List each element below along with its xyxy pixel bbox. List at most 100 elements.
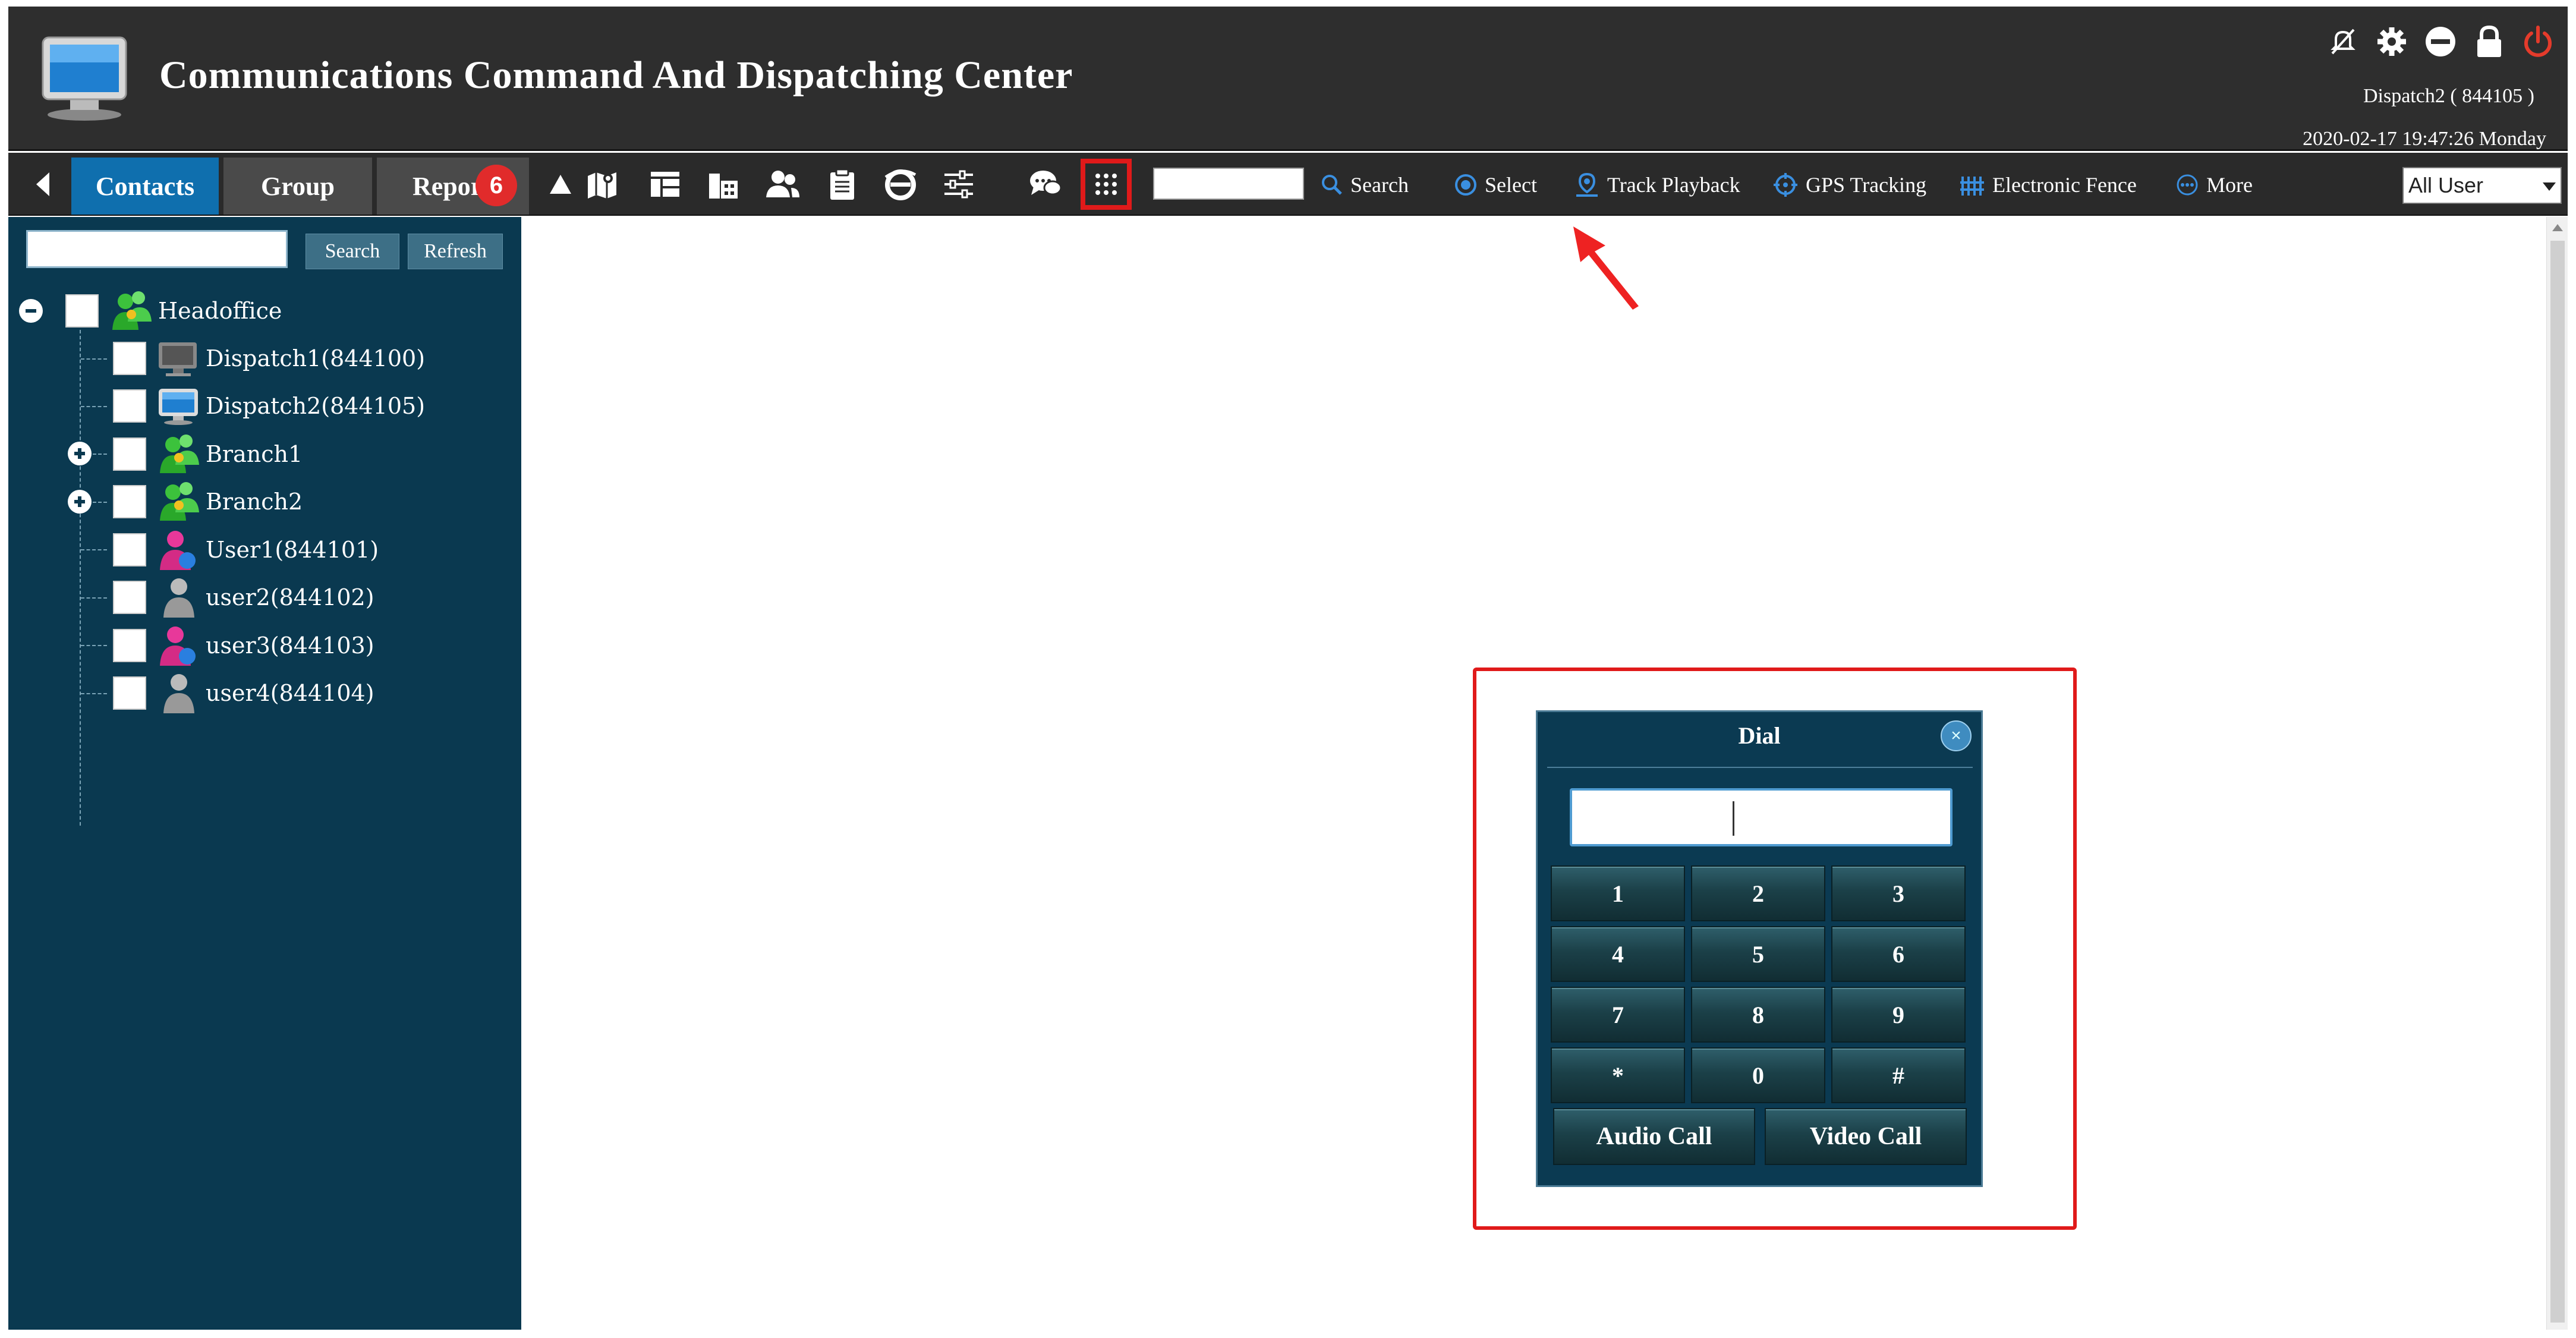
key-3[interactable]: 3 — [1831, 865, 1966, 921]
key-8[interactable]: 8 — [1691, 987, 1825, 1043]
monitor-logo-icon — [42, 36, 127, 121]
user-filter-value: All User — [2408, 173, 2484, 197]
more-icon — [2177, 174, 2198, 196]
contact-search-input[interactable] — [26, 230, 288, 268]
checkbox[interactable] — [113, 342, 146, 375]
checkbox[interactable] — [113, 629, 146, 662]
minimize-icon[interactable] — [2423, 24, 2458, 59]
tree-node-user4[interactable]: user4(844104) — [113, 669, 374, 717]
user-online-icon — [155, 526, 203, 574]
tree-node-branch2[interactable]: Branch2 — [113, 478, 303, 525]
map-icon[interactable] — [582, 165, 622, 204]
checkbox[interactable] — [65, 294, 99, 328]
app-header: Communications Command And Dispatching C… — [8, 7, 2568, 151]
vertical-scrollbar[interactable] — [2546, 217, 2568, 1330]
triangle-left-icon — [36, 172, 49, 196]
window-layout-icon[interactable] — [645, 165, 685, 204]
location-pin-icon — [1576, 172, 1598, 197]
key-1[interactable]: 1 — [1551, 865, 1685, 921]
expand-branch2-button[interactable] — [68, 490, 92, 514]
tree-node-dispatch2[interactable]: Dispatch2(844105) — [113, 382, 425, 430]
search-link[interactable]: Search — [1321, 169, 1409, 200]
collapse-sidebar-button[interactable] — [19, 153, 67, 216]
tree-node-user3[interactable]: user3(844103) — [113, 622, 374, 669]
select-link[interactable]: Select — [1454, 169, 1537, 200]
window-controls — [2325, 20, 2556, 64]
browser-icon[interactable] — [881, 165, 920, 204]
video-call-button[interactable]: Video Call — [1765, 1108, 1967, 1165]
clipboard-icon[interactable] — [823, 165, 862, 204]
key-hash[interactable]: # — [1831, 1047, 1966, 1103]
triangle-up-icon[interactable] — [541, 165, 580, 204]
user-online-icon — [155, 622, 203, 669]
key-2[interactable]: 2 — [1691, 865, 1825, 921]
datetime: 2020-02-17 19:47:26 Monday — [2303, 128, 2546, 150]
tab-group[interactable]: Group — [223, 158, 372, 215]
group-icon — [155, 430, 203, 478]
key-6[interactable]: 6 — [1831, 926, 1966, 982]
dial-dialog: Dial × 1 2 3 4 5 6 7 8 9 * 0 # Audio Cal… — [1536, 710, 1983, 1187]
current-user: Dispatch2 ( 844105 ) — [2363, 85, 2534, 107]
checkbox[interactable] — [113, 581, 146, 614]
fence-icon — [1960, 177, 1984, 196]
tree-node-label: User1(844101) — [206, 537, 379, 563]
track-playback-link[interactable]: Track Playback — [1574, 169, 1740, 200]
lock-icon[interactable] — [2471, 24, 2507, 59]
more-link[interactable]: More — [2175, 169, 2253, 200]
tree-line — [81, 645, 107, 646]
chat-icon[interactable] — [1026, 165, 1065, 204]
close-icon[interactable]: × — [1941, 720, 1972, 751]
tree-node-headoffice[interactable]: Headoffice — [65, 287, 282, 335]
checkbox[interactable] — [113, 389, 146, 423]
user-offline-icon — [155, 574, 203, 621]
group-icon — [107, 287, 156, 335]
tree-node-branch1[interactable]: Branch1 — [113, 430, 303, 478]
key-star[interactable]: * — [1551, 1047, 1685, 1103]
tree-node-user2[interactable]: user2(844102) — [113, 574, 374, 621]
select-link-label: Select — [1485, 173, 1537, 197]
key-7[interactable]: 7 — [1551, 987, 1685, 1043]
tree-node-user1[interactable]: User1(844101) — [113, 526, 379, 574]
text-caret — [1733, 801, 1734, 836]
plus-icon — [74, 448, 85, 459]
toolbar: 2020-02-17 19:47:26 Monday Contacts Grou… — [8, 128, 2568, 216]
contact-search-button[interactable]: Search — [306, 234, 399, 269]
expand-branch1-button[interactable] — [68, 442, 92, 465]
scroll-up-icon[interactable] — [2552, 224, 2563, 231]
users-icon[interactable] — [763, 165, 802, 204]
checkbox[interactable] — [113, 437, 146, 471]
tree-node-label: user3(844103) — [206, 632, 374, 659]
key-4[interactable]: 4 — [1551, 926, 1685, 982]
gps-tracking-link[interactable]: GPS Tracking — [1772, 169, 1926, 200]
audio-call-button[interactable]: Audio Call — [1553, 1108, 1755, 1165]
dial-title: Dial — [1738, 722, 1781, 749]
power-icon[interactable] — [2520, 24, 2556, 59]
checkbox[interactable] — [113, 533, 146, 566]
tab-contacts[interactable]: Contacts — [71, 158, 219, 215]
electronic-fence-link[interactable]: Electronic Fence — [1959, 169, 2137, 200]
scrollbar-thumb[interactable] — [2550, 241, 2565, 1323]
dial-number-input[interactable] — [1570, 788, 1953, 846]
key-5[interactable]: 5 — [1691, 926, 1825, 982]
mute-icon[interactable] — [2325, 24, 2361, 59]
electronic-fence-label: Electronic Fence — [1992, 173, 2137, 197]
more-label: More — [2206, 173, 2253, 197]
tree-node-dispatch1[interactable]: Dispatch1(844100) — [113, 335, 425, 382]
key-0[interactable]: 0 — [1691, 1047, 1825, 1103]
user-filter-select[interactable]: All User — [2402, 167, 2562, 204]
gear-icon[interactable] — [2374, 24, 2410, 59]
building-icon[interactable] — [704, 165, 743, 204]
toolbar-search-input[interactable] — [1153, 168, 1304, 200]
tree-node-label: Dispatch2(844105) — [206, 393, 426, 419]
dialpad-icon[interactable] — [1081, 159, 1132, 210]
collapse-headoffice-button[interactable] — [19, 299, 43, 323]
tree-node-label: user4(844104) — [206, 680, 374, 706]
refresh-button[interactable]: Refresh — [408, 234, 503, 269]
tree-line — [80, 324, 81, 826]
search-link-label: Search — [1350, 173, 1409, 197]
settings-sliders-icon[interactable] — [939, 165, 978, 204]
checkbox[interactable] — [113, 676, 146, 710]
tree-line — [81, 693, 107, 694]
key-9[interactable]: 9 — [1831, 987, 1966, 1043]
checkbox[interactable] — [113, 485, 146, 518]
